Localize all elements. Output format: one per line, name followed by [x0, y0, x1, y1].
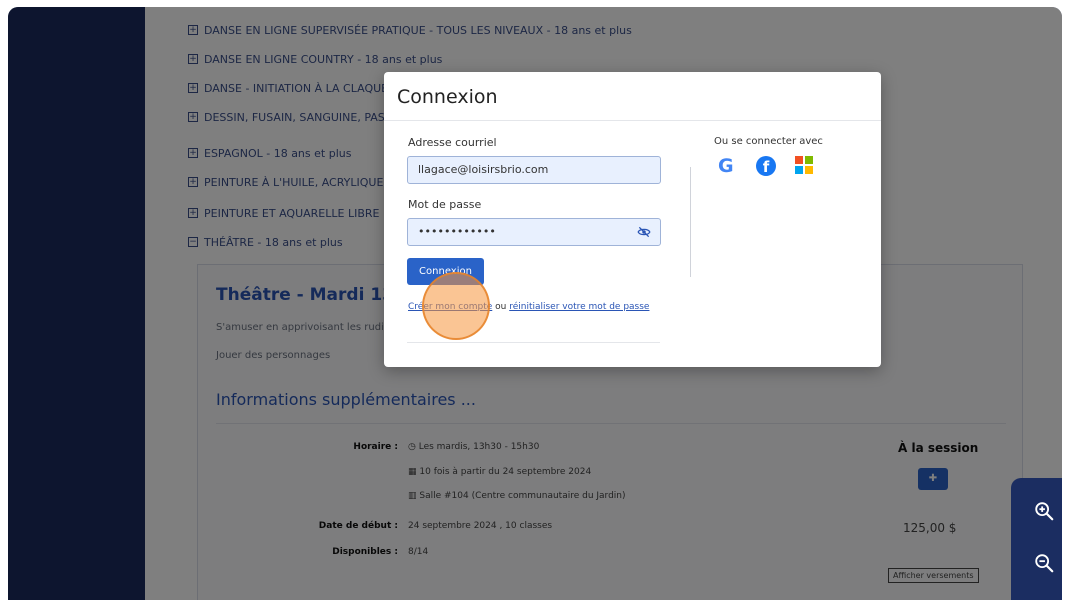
eye-off-icon[interactable]: [637, 225, 651, 239]
social-login-title: Ou se connecter avec: [714, 136, 823, 147]
click-indicator: [422, 272, 490, 340]
zoom-out-icon[interactable]: [1033, 552, 1055, 574]
reset-password-link[interactable]: réinitialiser votre mot de passe: [509, 302, 649, 312]
zoom-controls: [1011, 478, 1062, 600]
email-label: Adresse courriel: [408, 136, 497, 149]
vertical-divider: [690, 167, 691, 277]
microsoft-icon[interactable]: [795, 156, 815, 176]
facebook-icon[interactable]: f: [756, 156, 776, 176]
password-label: Mot de passe: [408, 198, 482, 211]
or-text: ou: [492, 302, 510, 312]
email-field[interactable]: llagace@loisirsbrio.com: [407, 156, 661, 184]
modal-title: Connexion: [397, 86, 498, 108]
password-value: ••••••••••••: [418, 225, 496, 238]
password-field[interactable]: ••••••••••••: [407, 218, 661, 246]
divider: [384, 120, 881, 121]
divider: [407, 342, 660, 343]
google-icon[interactable]: G: [718, 156, 738, 176]
microsoft-logo: [795, 156, 813, 174]
zoom-in-icon[interactable]: [1033, 500, 1055, 522]
